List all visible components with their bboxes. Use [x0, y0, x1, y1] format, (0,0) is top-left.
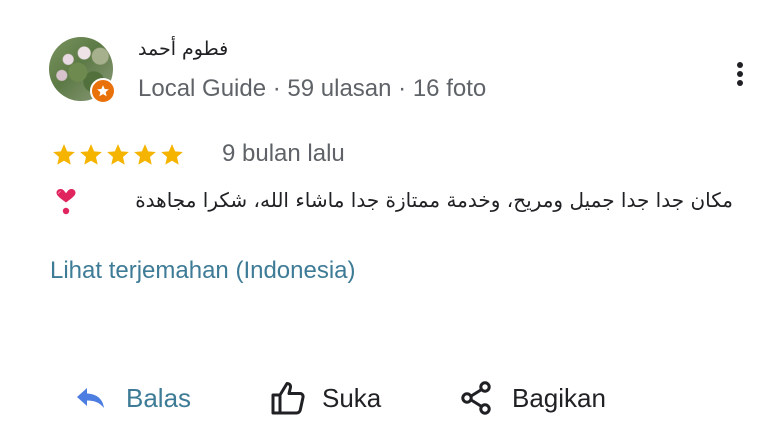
more-options-button[interactable] — [726, 58, 754, 90]
star-icon — [134, 144, 156, 165]
review-text: مكان جدا جدا جميل ومريح، وخدمة ممتازة جد… — [135, 188, 733, 212]
reply-label: Balas — [126, 382, 192, 413]
star-rating — [51, 142, 185, 168]
star-icon — [161, 144, 183, 165]
share-icon — [461, 381, 491, 415]
reply-button[interactable]: Balas — [76, 378, 191, 418]
local-guide-badge-icon — [90, 78, 116, 104]
reviewer-meta: Local Guide · 59 ulasan · 16 foto — [138, 75, 487, 102]
share-button[interactable]: Bagikan — [460, 378, 606, 418]
star-icon — [53, 144, 75, 165]
reply-icon — [77, 388, 104, 408]
review-card: فطوم أحمد Local Guide · 59 ulasan · 16 f… — [0, 0, 773, 435]
like-button[interactable]: Suka — [270, 378, 381, 418]
review-time: 9 bulan lalu — [222, 140, 345, 167]
reviewer-name[interactable]: فطوم أحمد — [138, 38, 228, 60]
more-vert-icon — [737, 62, 743, 86]
share-label: Bagikan — [512, 382, 606, 413]
heart-icon — [56, 189, 76, 215]
see-translation-link[interactable]: Lihat terjemahan (Indonesia) — [50, 257, 356, 285]
star-icon — [107, 144, 129, 165]
thumb-up-icon — [271, 382, 305, 415]
like-label: Suka — [322, 382, 382, 413]
star-icon — [80, 144, 102, 165]
